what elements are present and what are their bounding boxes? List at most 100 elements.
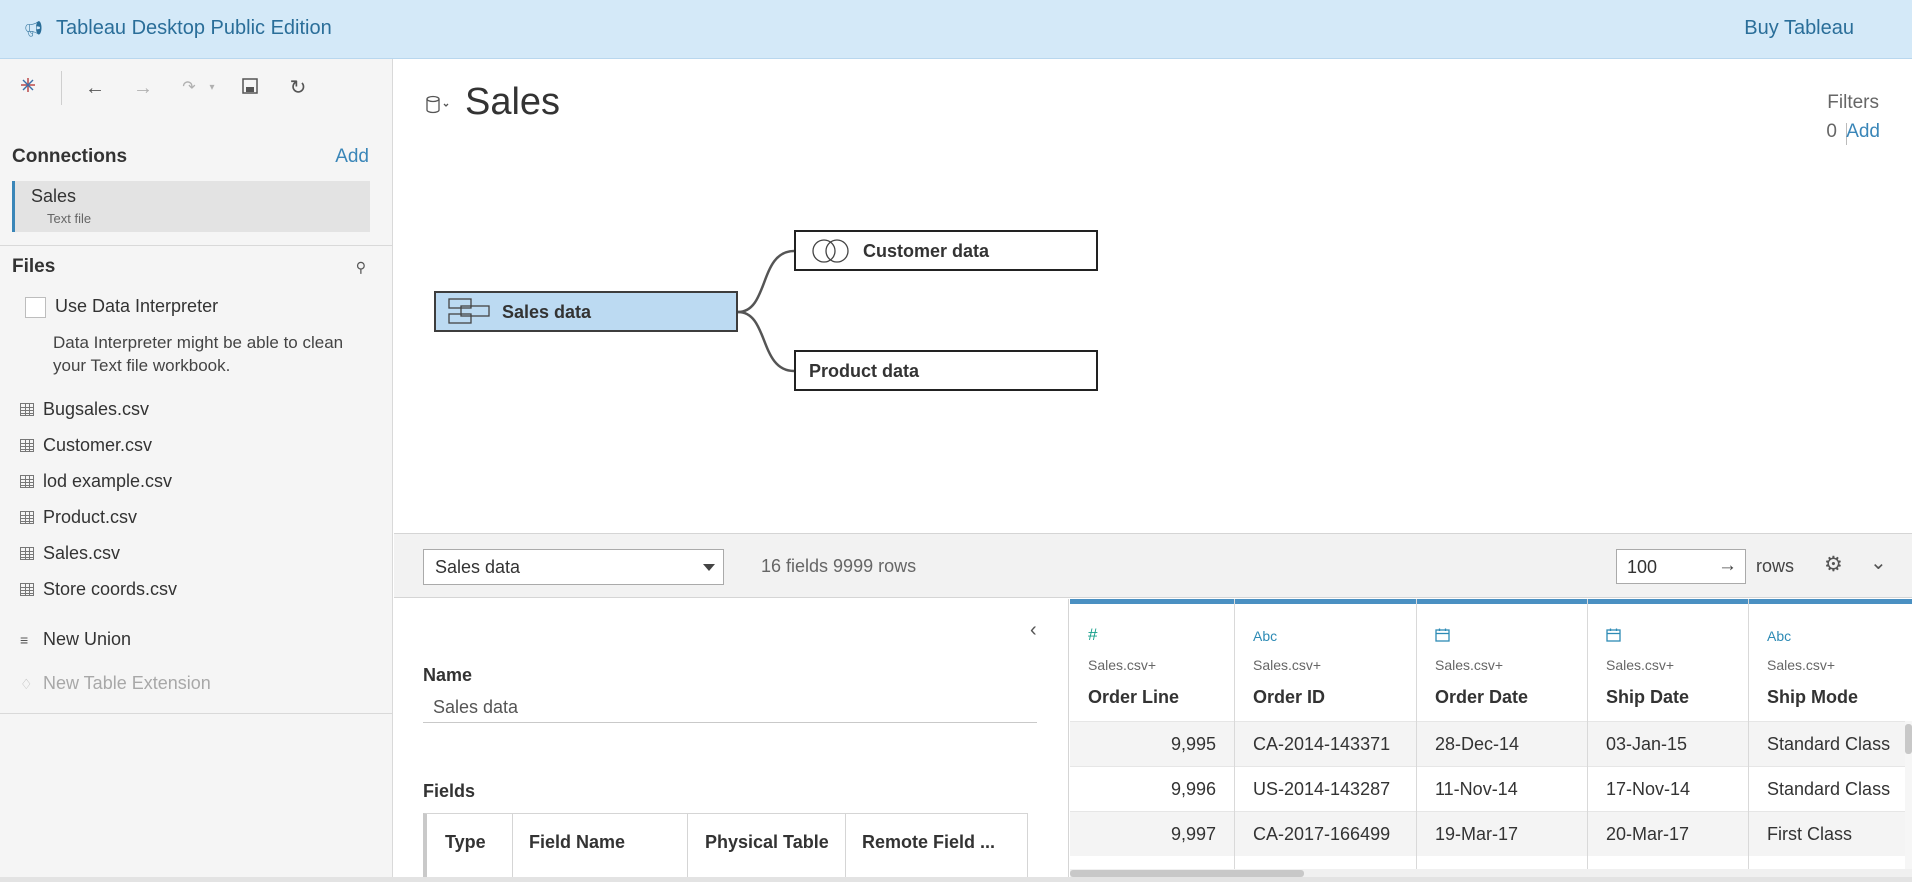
table-extension-icon: ♢ [20,676,33,692]
string-type-icon[interactable]: Abc [1253,628,1277,644]
string-type-icon[interactable]: Abc [1767,628,1791,644]
column-name: Ship Date [1606,687,1690,707]
grid-cell: 9,995 [1070,721,1234,766]
table-node-customer-data[interactable]: Customer data [794,230,1098,271]
grid-column-ship-date: Sales.csv+ Ship Date 03-Jan-15 17-Nov-14… [1588,599,1749,882]
file-name: Store coords.csv [43,579,178,599]
use-data-interpreter-checkbox[interactable] [25,297,46,318]
fields-table: Type Field Name Physical Table Remote Fi… [423,813,1028,882]
relationship-canvas[interactable]: Sales Filters 0 Add Sales data Customer … [394,59,1912,533]
paste-icon[interactable]: ↷ [176,75,202,101]
chevron-down-icon[interactable]: ⌄ [1870,550,1887,575]
data-source-icon[interactable] [426,95,452,120]
file-name: Product.csv [43,507,138,527]
column-source: Sales.csv+ [1435,657,1504,673]
calendar-icon[interactable] [1606,628,1621,645]
number-type-icon[interactable]: # [1088,625,1097,645]
save-icon[interactable] [237,75,263,101]
grid-cell: 11-Nov-14 [1417,766,1587,811]
buy-tableau-link[interactable]: Buy Tableau [1744,17,1854,40]
grid-cell: Standard Class [1749,721,1912,766]
grid-cell: 20-Mar-17 [1588,811,1748,856]
data-grid-toolbar: Sales data 16 fields 9999 rows 100 → row… [394,533,1912,598]
vertical-scrollbar[interactable] [1905,721,1912,869]
data-source-pane: ← → ↷ ▾ ↻ Connections Add Sales Text fil… [0,59,393,882]
table-node-sales-data[interactable]: Sales data [434,291,738,332]
column-source: Sales.csv+ [1253,657,1322,673]
connection-item-sales[interactable]: Sales Text file [12,181,370,232]
file-name: lod example.csv [43,471,173,491]
connection-name: Sales [31,186,77,206]
column-header[interactable]: Sales.csv+ Ship Date [1588,599,1748,721]
column-source: Sales.csv+ [1767,657,1836,673]
fields-label: Fields [423,781,476,801]
column-header-remote-field[interactable]: Remote Field ... [862,832,995,853]
column-header-field-name[interactable]: Field Name [529,832,625,853]
file-item-customer[interactable]: Customer.csv [20,435,370,463]
data-source-title[interactable]: Sales [465,81,560,124]
arrow-right-icon[interactable]: → [1718,555,1737,577]
forward-icon[interactable]: → [130,75,156,101]
add-connection-button[interactable]: Add [335,146,369,168]
file-item-bugsales[interactable]: Bugsales.csv [20,399,370,427]
connection-type: Text file [47,211,92,226]
table-node-product-data[interactable]: Product data [794,350,1098,391]
table-node-label: Sales data [502,302,592,322]
grid-cell: CA-2017-166499 [1235,811,1416,856]
column-header[interactable]: # Sales.csv+ Order Line [1070,599,1234,721]
toolbar-separator [61,71,62,105]
table-icon [20,475,34,488]
calendar-icon[interactable] [1435,628,1450,645]
scrollbar-thumb[interactable] [1070,870,1304,877]
column-separator [845,814,846,882]
add-filter-button[interactable]: Add [1846,121,1880,143]
app-title: Tableau Desktop Public Edition [56,17,332,39]
grid-cell: Standard Class [1749,766,1912,811]
tableau-logo-icon[interactable] [15,75,41,101]
table-select-dropdown[interactable]: Sales data [423,549,724,585]
back-icon[interactable]: ← [82,75,108,101]
data-interpreter-hint: Data Interpreter might be able to clean … [53,333,344,375]
new-table-extension-label: New Table Extension [43,673,211,693]
toolbar: ← → ↷ ▾ ↻ [0,59,393,117]
grid-column-order-date: Sales.csv+ Order Date 28-Dec-14 11-Nov-1… [1417,599,1588,882]
divider [0,713,393,714]
refresh-icon[interactable]: ↻ [285,75,311,101]
rows-count-input[interactable]: 100 → [1616,549,1746,584]
column-header[interactable]: Abc Sales.csv+ Order ID [1235,599,1416,721]
column-name: Ship Mode [1767,687,1858,707]
grid-cell: First Class [1749,811,1912,856]
megaphone-icon: 📢︎ [24,21,44,38]
chevron-down-icon[interactable]: ▾ [206,75,218,101]
table-icon [20,403,34,416]
column-header[interactable]: Abc Sales.csv+ Ship Mode [1749,599,1912,721]
grid-cell: US-2014-143287 [1235,766,1416,811]
gear-icon[interactable]: ⚙ [1824,552,1843,577]
column-header-type[interactable]: Type [445,832,486,853]
column-header[interactable]: Sales.csv+ Order Date [1417,599,1587,721]
file-item-product[interactable]: Product.csv [20,507,370,535]
chevron-down-icon [703,564,715,571]
grid-cell: 9,996 [1070,766,1234,811]
table-icon [20,583,34,596]
chevron-left-icon[interactable]: ‹ [1030,619,1037,642]
new-table-extension-button[interactable]: ♢ New Table Extension [20,673,370,699]
new-union-button[interactable]: ≡ New Union [20,629,370,655]
grid-column-order-id: Abc Sales.csv+ Order ID CA-2014-143371 U… [1235,599,1417,882]
file-item-store-coords[interactable]: Store coords.csv [20,579,370,607]
grid-cell: 19-Mar-17 [1417,811,1587,856]
column-separator [512,814,513,882]
column-header-physical-table[interactable]: Physical Table [705,832,829,853]
column-separator [687,814,688,882]
table-icon [20,547,34,560]
file-item-sales[interactable]: Sales.csv [20,543,370,571]
grid-cell: 17-Nov-14 [1588,766,1748,811]
selected-table: Sales data [435,557,521,577]
scrollbar-thumb[interactable] [1905,724,1912,754]
new-union-label: New Union [43,629,132,649]
table-name-field[interactable]: Sales data [423,691,1037,723]
search-icon[interactable]: ⚲ [356,259,366,276]
grid-cell: CA-2014-143371 [1235,721,1416,766]
file-item-lod-example[interactable]: lod example.csv [20,471,370,499]
use-data-interpreter-label: Use Data Interpreter [55,296,219,316]
